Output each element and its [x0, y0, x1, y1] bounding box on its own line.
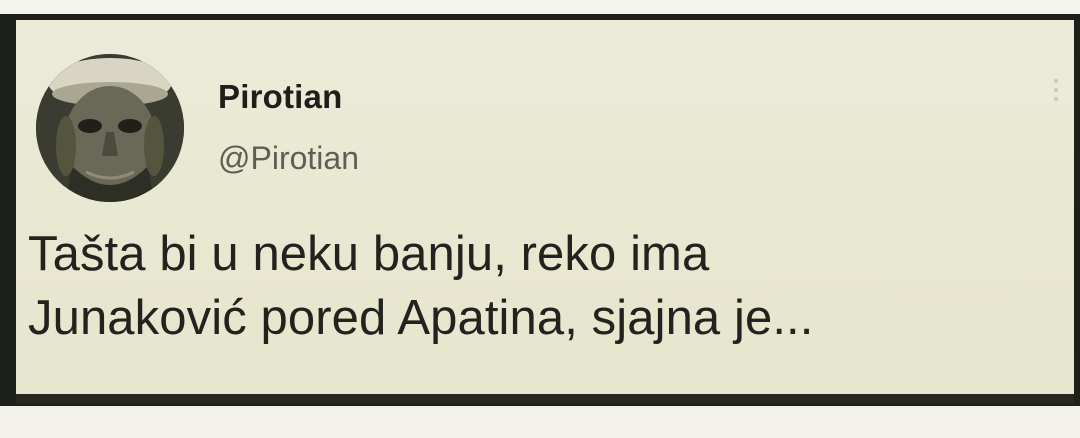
avatar-photo-icon [36, 54, 184, 202]
more-dot [1054, 79, 1058, 83]
user-handle[interactable]: @Pirotian [218, 140, 359, 177]
more-options-icon[interactable] [1046, 74, 1066, 114]
frame-bottom-strip [16, 394, 1074, 404]
screenshot-stage: Pirotian @Pirotian Tašta bi u neku banju… [0, 0, 1080, 438]
tweet-text-line: Junaković pored Apatina, sjajna je... [28, 291, 814, 345]
tweet-text-line: Tašta bi u neku banju, reko ima [28, 227, 710, 281]
more-dot [1054, 88, 1058, 92]
more-dot [1054, 97, 1058, 101]
page-background [0, 406, 1080, 438]
avatar[interactable] [36, 54, 184, 202]
display-name[interactable]: Pirotian [218, 78, 342, 116]
tweet-text: Tašta bi u neku banju, reko ima Junakovi… [28, 222, 1058, 350]
